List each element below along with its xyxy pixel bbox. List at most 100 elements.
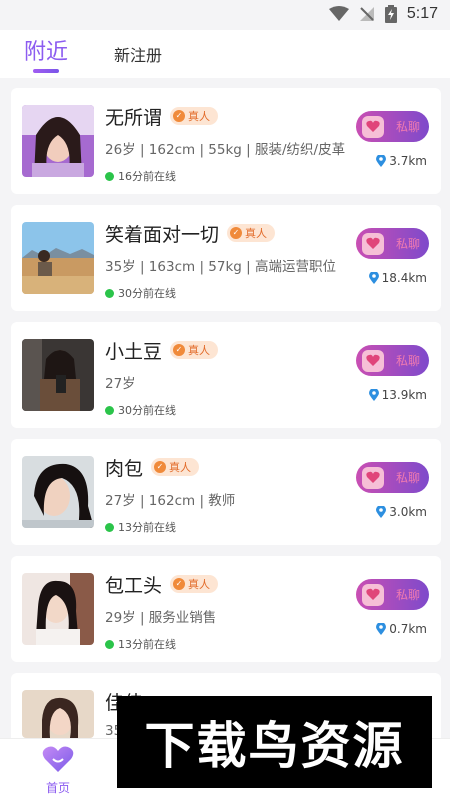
online-dot-icon — [105, 522, 114, 532]
private-chat-button[interactable]: 私聊 — [356, 462, 429, 493]
distance-text: 18.4km — [381, 271, 427, 285]
verified-badge: ✓ 真人 — [151, 457, 200, 476]
distance: 18.4km — [368, 271, 427, 285]
online-dot-icon — [105, 639, 114, 649]
avatar[interactable] — [22, 339, 94, 411]
chat-label: 私聊 — [396, 120, 421, 134]
private-chat-button[interactable]: 私聊 — [356, 579, 429, 610]
user-details: 27岁 — [105, 376, 136, 392]
distance: 3.7km — [376, 154, 427, 168]
user-name: 小土豆 — [105, 341, 163, 363]
user-name-row: 包工头 ✓ 真人 — [105, 571, 219, 598]
private-chat-button[interactable]: 私聊 — [356, 111, 429, 142]
user-name-row: 无所谓 ✓ 真人 — [105, 103, 219, 130]
verified-badge: ✓ 真人 — [227, 223, 276, 242]
user-card[interactable]: 肉包 ✓ 真人 27岁 | 162cm | 教师 13分前在线 私聊 3.0km — [11, 439, 441, 545]
avatar[interactable] — [22, 222, 94, 294]
user-details: 35岁 | 163cm | 57kg | 高端运营职位 — [105, 259, 336, 275]
heart-icon — [362, 466, 384, 489]
user-details: 26岁 | 162cm | 55kg | 服装/纺织/皮革 — [105, 142, 346, 158]
location-pin-icon — [368, 272, 379, 284]
verified-label: 真人 — [169, 460, 192, 474]
user-card[interactable]: 无所谓 ✓ 真人 26岁 | 162cm | 55kg | 服装/纺织/皮革 16分… — [11, 88, 441, 194]
heart-icon — [362, 232, 384, 255]
online-dot-icon — [105, 288, 114, 298]
avatar[interactable] — [22, 573, 94, 645]
online-dot-icon — [105, 405, 114, 415]
tab-new-register[interactable]: 新注册 — [114, 42, 162, 66]
chat-label: 私聊 — [396, 588, 421, 602]
user-details: 29岁 | 服务业销售 — [105, 610, 217, 626]
verified-icon: ✓ — [173, 343, 186, 356]
private-chat-button[interactable]: 私聊 — [356, 228, 429, 259]
verified-badge: ✓ 真人 — [170, 106, 219, 125]
heart-icon — [362, 115, 384, 138]
avatar[interactable] — [22, 690, 94, 738]
location-pin-icon — [368, 389, 379, 401]
user-name: 肉包 — [105, 458, 144, 480]
user-name: 笑着面对一切 — [105, 224, 220, 246]
online-text: 30分前在线 — [118, 287, 176, 300]
private-chat-button[interactable]: 私聊 — [356, 345, 429, 376]
user-name: 无所谓 — [105, 107, 163, 129]
user-name-row: 肉包 ✓ 真人 — [105, 454, 200, 481]
heart-icon — [362, 583, 384, 606]
watermark-banner: 下载鸟资源 — [117, 696, 432, 788]
distance: 0.7km — [376, 622, 427, 636]
distance: 3.0km — [376, 505, 427, 519]
distance-text: 3.0km — [389, 505, 427, 519]
chat-label: 私聊 — [396, 471, 421, 485]
verified-icon: ✓ — [173, 577, 186, 590]
nav-home[interactable]: 首页 — [38, 745, 78, 796]
verified-icon: ✓ — [230, 226, 243, 239]
online-text: 16分前在线 — [118, 170, 176, 183]
online-text: 30分前在线 — [118, 404, 176, 417]
verified-icon: ✓ — [154, 460, 167, 473]
online-text: 13分前在线 — [118, 521, 176, 534]
chat-label: 私聊 — [396, 354, 421, 368]
top-tabs: 附近 新注册 — [0, 30, 450, 78]
watermark-text: 下载鸟资源 — [144, 717, 405, 775]
verified-label: 真人 — [188, 109, 211, 123]
status-bar: 5:17 — [0, 0, 450, 30]
distance-text: 3.7km — [389, 154, 427, 168]
distance: 13.9km — [368, 388, 427, 402]
online-status: 13分前在线 — [105, 519, 176, 535]
distance-text: 13.9km — [381, 388, 427, 402]
verified-icon: ✓ — [173, 109, 186, 122]
online-dot-icon — [105, 171, 114, 181]
user-name: 包工头 — [105, 575, 163, 597]
online-text: 13分前在线 — [118, 638, 176, 651]
online-status: 30分前在线 — [105, 285, 176, 301]
wifi-icon — [328, 6, 349, 21]
verified-label: 真人 — [188, 577, 211, 591]
user-details: 27岁 | 162cm | 教师 — [105, 493, 236, 509]
verified-label: 真人 — [245, 226, 268, 240]
verified-label: 真人 — [188, 343, 211, 357]
user-name-row: 小土豆 ✓ 真人 — [105, 337, 219, 364]
user-card[interactable]: 小土豆 ✓ 真人 27岁 30分前在线 私聊 13.9km — [11, 322, 441, 428]
location-pin-icon — [376, 623, 387, 635]
status-icons: 5:17 — [328, 5, 438, 23]
user-card[interactable]: 笑着面对一切 ✓ 真人 35岁 | 163cm | 57kg | 高端运营职位 30… — [11, 205, 441, 311]
chat-label: 私聊 — [396, 237, 421, 251]
heart-home-icon — [42, 746, 74, 772]
status-time: 5:17 — [406, 5, 438, 22]
tab-indicator — [33, 69, 59, 73]
location-pin-icon — [376, 155, 387, 167]
user-card[interactable]: 包工头 ✓ 真人 29岁 | 服务业销售 13分前在线 私聊 0.7km — [11, 556, 441, 662]
avatar[interactable] — [22, 105, 94, 177]
tab-nearby[interactable]: 附近 — [24, 34, 68, 66]
online-status: 13分前在线 — [105, 636, 176, 652]
no-signal-icon — [359, 7, 374, 21]
online-status: 30分前在线 — [105, 402, 176, 418]
heart-icon — [362, 349, 384, 372]
distance-text: 0.7km — [389, 622, 427, 636]
nav-home-label: 首页 — [45, 781, 70, 795]
battery-charging-icon — [384, 5, 397, 23]
location-pin-icon — [376, 506, 387, 518]
verified-badge: ✓ 真人 — [170, 340, 219, 359]
avatar[interactable] — [22, 456, 94, 528]
online-status: 16分前在线 — [105, 168, 176, 184]
user-name-row: 笑着面对一切 ✓ 真人 — [105, 220, 276, 247]
